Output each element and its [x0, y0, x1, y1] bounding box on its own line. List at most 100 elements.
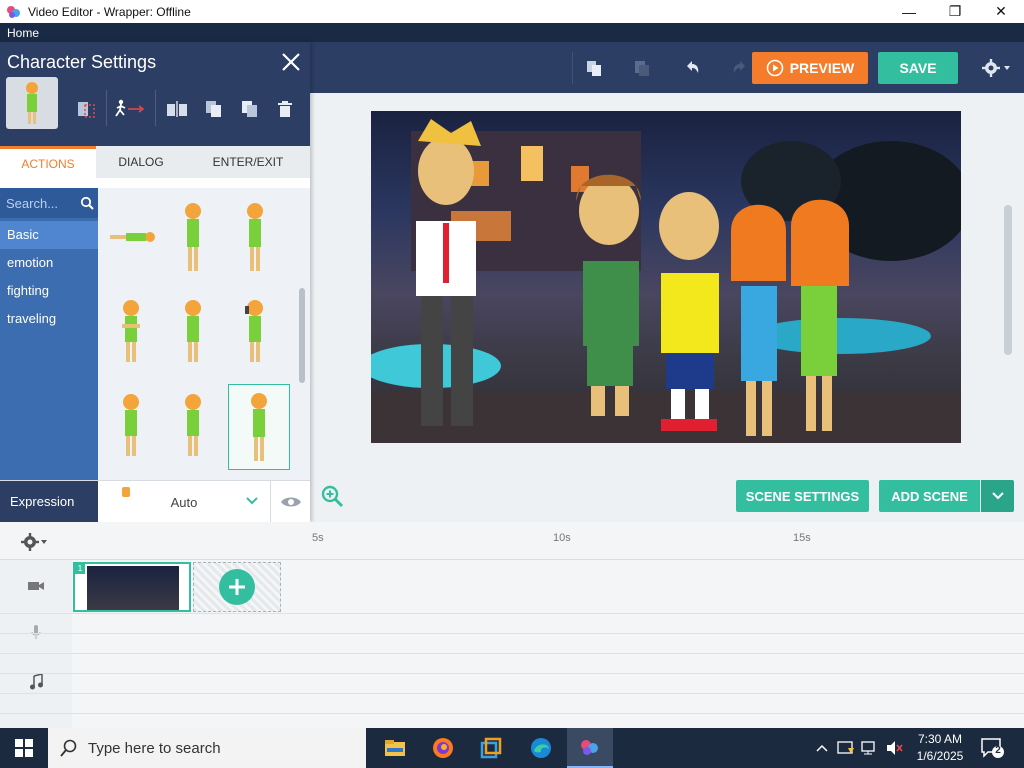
settings-menu-button[interactable]	[978, 56, 1014, 80]
save-button[interactable]: SAVE	[878, 52, 958, 84]
minimize-button[interactable]: —	[886, 0, 932, 23]
flip-icon[interactable]	[165, 97, 189, 121]
action-talk[interactable]	[162, 288, 224, 374]
add-scene-slot[interactable]	[193, 562, 281, 612]
undo-icon[interactable]	[678, 54, 706, 82]
expression-value: Auto	[170, 494, 198, 510]
network-warning-icon[interactable]	[836, 728, 856, 768]
music-note-icon	[26, 672, 46, 692]
tab-actions[interactable]: ACTIONS	[0, 146, 96, 178]
paste-icon[interactable]	[628, 54, 656, 82]
track-divider	[0, 653, 1024, 654]
preview-button[interactable]: PREVIEW	[752, 52, 868, 84]
clock-date: 1/6/2025	[916, 749, 964, 763]
tick-15s: 15s	[793, 532, 811, 544]
track-divider	[0, 693, 1024, 694]
category-emotion[interactable]: emotion	[0, 249, 98, 277]
stage-scrollbar[interactable]	[1004, 205, 1012, 355]
volume-muted-icon[interactable]	[884, 728, 904, 768]
close-window-button[interactable]: ✕	[978, 0, 1024, 23]
duplicate-icon[interactable]	[202, 97, 226, 121]
add-scene-dropdown[interactable]	[981, 480, 1014, 512]
tab-dialog[interactable]: DIALOG	[96, 146, 186, 178]
toolbar-divider	[572, 52, 573, 84]
play-circle-icon	[766, 59, 784, 77]
expression-select[interactable]: Auto	[98, 481, 270, 523]
character-settings-panel: Character Settings ACTIONS DIALOG ENTER/…	[0, 42, 310, 523]
gear-icon[interactable]	[20, 532, 50, 552]
panel-title: Character Settings	[7, 52, 157, 72]
action-stand[interactable]	[162, 194, 224, 280]
tab-enter-exit[interactable]: ENTER/EXIT	[186, 146, 310, 178]
notification-center-icon[interactable]: 2	[980, 736, 1006, 760]
track-divider	[0, 713, 1024, 714]
virtual-machine-icon[interactable]	[468, 728, 514, 768]
track-divider	[0, 613, 1024, 614]
close-icon[interactable]	[279, 50, 303, 74]
chevron-up-icon[interactable]	[812, 728, 832, 768]
window-titlebar: Video Editor - Wrapper: Offline — ❐ ✕	[0, 0, 1024, 23]
scene-canvas[interactable]	[371, 111, 961, 443]
firefox-icon[interactable]	[420, 728, 466, 768]
clock-time: 7:30 AM	[917, 732, 963, 746]
walk-motion-icon[interactable]	[112, 97, 148, 121]
scene-preview-image	[87, 566, 179, 610]
timeline: 5s 10s 15s 1	[0, 522, 1024, 728]
eye-icon[interactable]	[270, 481, 310, 523]
character-boy-green	[576, 174, 641, 416]
plus-icon	[219, 569, 255, 605]
windows-logo-icon	[15, 739, 33, 757]
timeline-ruler: 5s 10s 15s	[0, 522, 1024, 560]
network-icon[interactable]	[860, 728, 880, 768]
menu-home[interactable]: Home	[7, 26, 39, 40]
category-traveling[interactable]: traveling	[0, 305, 98, 333]
action-wave[interactable]	[162, 382, 224, 468]
trash-icon[interactable]	[273, 97, 297, 121]
action-phone[interactable]	[224, 288, 286, 374]
action-lie-down[interactable]	[100, 194, 162, 280]
taskbar-search-input[interactable]	[88, 738, 348, 758]
copy-character-icon[interactable]	[238, 97, 262, 121]
actions-scrollbar[interactable]	[299, 288, 305, 383]
search-icon	[60, 739, 77, 757]
notification-count: 2	[995, 745, 1001, 756]
zoom-in-icon[interactable]	[320, 484, 344, 508]
swap-character-icon[interactable]	[74, 97, 98, 121]
taskbar-search	[48, 728, 366, 768]
tick-10s: 10s	[553, 532, 571, 544]
preview-label: PREVIEW	[789, 60, 855, 76]
character-thumbnail[interactable]	[6, 77, 58, 129]
copy-icon[interactable]	[580, 54, 608, 82]
redo-icon[interactable]	[726, 54, 754, 82]
gear-icon	[982, 59, 1010, 77]
action-categories: Basic emotion fighting traveling	[0, 188, 98, 480]
maximize-button[interactable]: ❐	[932, 0, 978, 23]
chevron-down-icon	[246, 497, 258, 505]
scene-settings-button[interactable]: SCENE SETTINGS	[736, 480, 869, 512]
search-input[interactable]	[6, 194, 76, 212]
actions-grid	[98, 188, 310, 480]
scene-background	[371, 119, 961, 443]
file-explorer-icon[interactable]	[372, 728, 418, 768]
scene-thumbnail[interactable]: 1	[73, 562, 191, 612]
microphone-icon	[26, 622, 46, 642]
track-divider	[0, 673, 1024, 674]
expression-label: Expression	[0, 481, 98, 523]
category-fighting[interactable]: fighting	[0, 277, 98, 305]
panel-divider	[106, 90, 107, 126]
category-search	[0, 188, 98, 218]
expression-thumb-icon	[122, 487, 130, 497]
action-stand-2[interactable]	[224, 194, 286, 280]
category-basic[interactable]: Basic	[0, 221, 98, 249]
os-taskbar: 7:30 AM 1/6/2025 2	[0, 728, 1024, 768]
system-clock[interactable]: 7:30 AM 1/6/2025	[910, 731, 970, 765]
action-think[interactable]	[100, 382, 162, 468]
search-icon[interactable]	[80, 196, 94, 210]
tick-5s: 5s	[312, 532, 324, 544]
action-stand-selected[interactable]	[228, 384, 290, 470]
windows-start-button[interactable]	[0, 728, 48, 768]
wrapper-offline-app-icon[interactable]	[567, 728, 613, 768]
action-arms-crossed[interactable]	[100, 288, 162, 374]
add-scene-button[interactable]: ADD SCENE	[879, 480, 980, 512]
edge-icon[interactable]	[518, 728, 564, 768]
